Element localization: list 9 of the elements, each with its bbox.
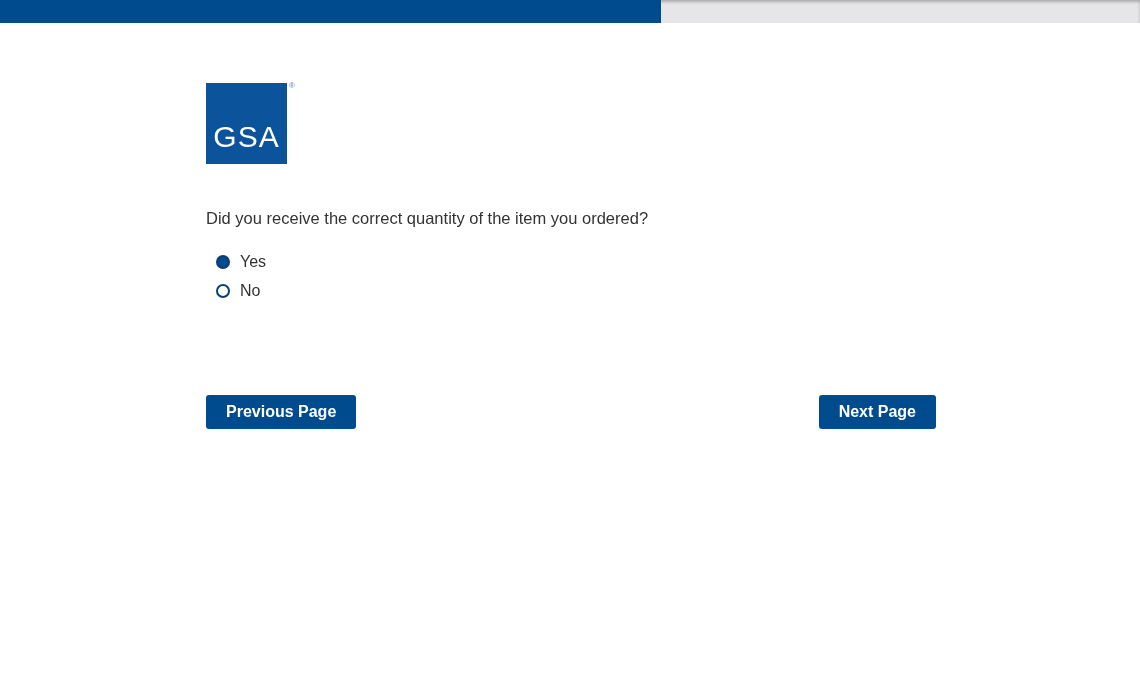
previous-page-button[interactable]: Previous Page — [206, 395, 357, 429]
next-page-button[interactable]: Next Page — [818, 395, 936, 429]
option-label: Yes — [240, 252, 267, 271]
radio-button[interactable] — [216, 254, 230, 269]
option-label: No — [240, 281, 261, 300]
question-text: Did you receive the correct quantity of the item you ordered? — [206, 209, 650, 228]
registered-mark: ® — [289, 81, 295, 90]
radio-button[interactable] — [216, 283, 230, 298]
gsa-logo: GSA — [206, 83, 287, 164]
